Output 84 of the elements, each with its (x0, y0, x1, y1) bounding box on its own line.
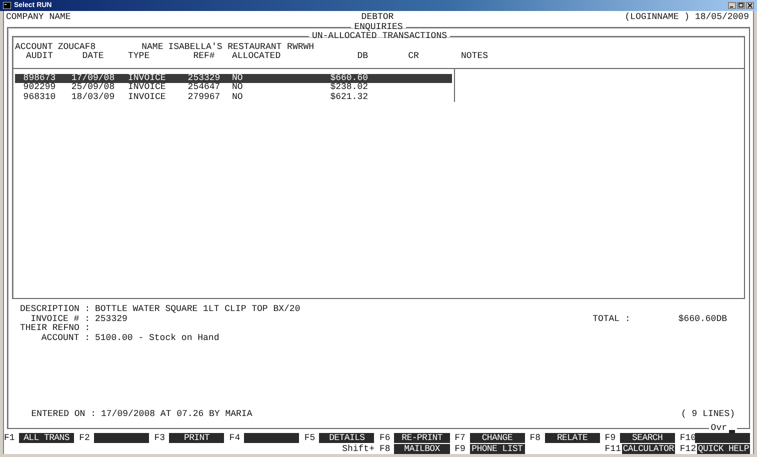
table-cell-text: 279967 (186, 92, 222, 102)
module-title: DEBTOR (361, 13, 394, 22)
function-key-button[interactable]: RE-PRINT (394, 432, 450, 442)
app-icon (3, 2, 11, 9)
minimize-icon[interactable] (728, 2, 736, 9)
table-cell-text: $621.32 (329, 92, 369, 102)
function-key-button[interactable] (94, 432, 150, 442)
account-code: ZOUCAF8 (58, 42, 96, 52)
column-header: TYPE (127, 52, 151, 62)
field-label: THEIR REFNO : (20, 324, 90, 334)
function-key-label: F5 (304, 432, 316, 442)
function-key-label: F9 (604, 432, 617, 442)
name-label: NAME (142, 42, 164, 52)
screen-title: ENQUIRIES (354, 22, 404, 32)
function-key-label: F11 (604, 444, 622, 454)
function-key-label: F8 (530, 432, 542, 442)
column-header: DB (356, 52, 369, 62)
function-key-label: F4 (229, 432, 242, 442)
user-date: (LOGINNAME ) 18/05/2009 (624, 13, 749, 22)
function-key-label: F12 (680, 444, 697, 454)
shift-label: Shift+ (341, 444, 374, 454)
table-cell-text: NO (231, 74, 244, 83)
field-label: ENTERED ON : (30, 410, 96, 420)
field-label: DESCRIPTION : (20, 305, 90, 314)
column-header: AUDIT (24, 52, 54, 62)
function-key-button[interactable]: CHANGE (470, 432, 525, 442)
function-key-label: F3 (154, 432, 166, 442)
column-header: CR (407, 52, 420, 62)
table-cell-text: NO (231, 92, 244, 102)
cursor-block (729, 430, 735, 432)
company-name: COMPANY NAME (6, 13, 72, 22)
total-label: TOTAL : (592, 314, 630, 324)
table-cell-text: INVOICE (127, 83, 167, 92)
function-key-button[interactable]: ALL TRANS (19, 432, 74, 442)
column-header: ALLOCATED (231, 52, 282, 62)
table-cell-text: 253329 (186, 74, 222, 83)
table-row[interactable]: 902299 25/09/08 INVOICE 254647 NO $238.02 (15, 83, 452, 92)
column-header: DATE (81, 52, 105, 62)
table-cell-text: 17/09/08 (70, 74, 116, 82)
function-key-button[interactable]: CALCULATOR (622, 444, 675, 454)
function-key-label: F7 (454, 432, 466, 442)
function-key-button[interactable]: QUICK HELP (696, 444, 750, 454)
function-key-button[interactable]: RELATE (544, 432, 600, 442)
function-key-button[interactable]: DETAILS (319, 432, 374, 442)
function-key-button[interactable] (694, 432, 750, 442)
table-cell-text: $660.60 (329, 74, 369, 82)
customer-name: ISABELLA'S RESTAURANT RWRWH (168, 42, 314, 52)
total-value: $660.60DB (678, 314, 727, 324)
maximize-icon[interactable] (737, 2, 745, 9)
table-cell-text: 18/03/09 (70, 92, 116, 102)
panel-title: UN-ALLOCATED TRANSACTIONS (310, 32, 448, 42)
table-cell-text: NO (231, 83, 244, 92)
function-key-button[interactable]: PHONE LIST (470, 444, 525, 454)
function-key-button[interactable] (244, 432, 300, 442)
table-cell-text: $238.02 (329, 83, 369, 92)
field-value: 17/09/2008 AT 07.26 BY MARIA (101, 410, 254, 420)
function-key-button[interactable]: SEARCH (620, 432, 675, 442)
column-header: REF# (192, 52, 216, 62)
function-key-label: F2 (79, 432, 91, 442)
function-key-button[interactable]: MAILBOX (394, 444, 450, 454)
close-icon[interactable] (746, 2, 754, 9)
table-row[interactable]: 968310 18/03/09 INVOICE 279967 NO $621.32 (15, 92, 452, 102)
table-cell-text: INVOICE (127, 92, 167, 102)
table-cell-text: 968310 (22, 92, 57, 102)
field-label: ACCOUNT : (40, 334, 90, 343)
mode-indicator: Ovr (710, 424, 727, 432)
function-key-label: F6 (379, 432, 392, 442)
account-label: ACCOUNT (15, 42, 53, 52)
table-row[interactable]: 898673 17/09/08 INVOICE 253329 NO $660.60 (15, 74, 452, 83)
line-count: ( 9 LINES) (680, 410, 735, 420)
field-value: BOTTLE WATER SQUARE 1LT CLIP TOP BX/20 (95, 305, 302, 314)
table-cell-text: 898673 (22, 74, 57, 83)
table-cell-text: 254647 (186, 83, 222, 92)
function-key-button[interactable]: PRINT (169, 432, 224, 442)
function-key-label: F9 (454, 444, 466, 454)
table-cell-text: 902299 (22, 83, 57, 92)
function-key-label: F8 (379, 444, 392, 454)
field-label: INVOICE # : (30, 314, 90, 324)
function-key-label: F1 (4, 432, 16, 442)
table-cell-text: 25/09/08 (70, 83, 116, 92)
field-value: 253329 (95, 314, 128, 324)
column-header: NOTES (460, 52, 490, 62)
field-value: 5100.00 - Stock on Hand (95, 334, 220, 343)
table-cell-text: INVOICE (127, 74, 167, 83)
